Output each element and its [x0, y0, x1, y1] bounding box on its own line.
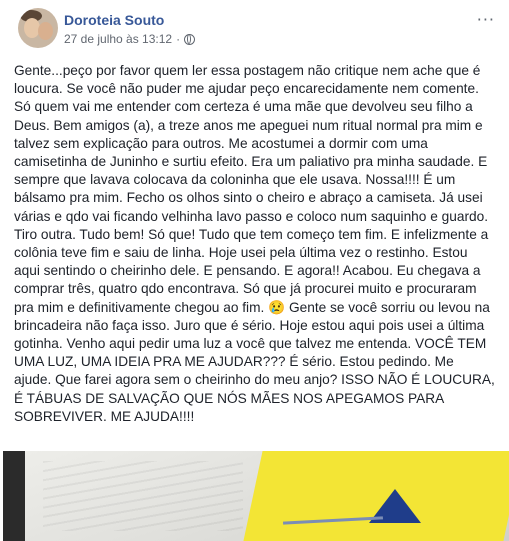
globe-icon[interactable] [184, 33, 196, 45]
facebook-post: Doroteia Souto 27 de julho às 13:12 · ··… [0, 0, 509, 541]
post-timestamp[interactable]: 27 de julho às 13:12 [64, 32, 172, 46]
more-options-button[interactable]: ··· [477, 10, 495, 29]
author-name[interactable]: Doroteia Souto [64, 12, 164, 28]
photo-dark-edge [3, 451, 25, 541]
photo-fabric-folds [43, 461, 243, 531]
post-meta: 27 de julho às 13:12 · [64, 32, 196, 46]
post-photo[interactable] [3, 451, 509, 541]
meta-separator: · [176, 32, 181, 46]
avatar[interactable] [18, 8, 58, 48]
avatar-face-child [38, 22, 53, 40]
post-text: Gente...peço por favor quem ler essa pos… [14, 63, 495, 424]
